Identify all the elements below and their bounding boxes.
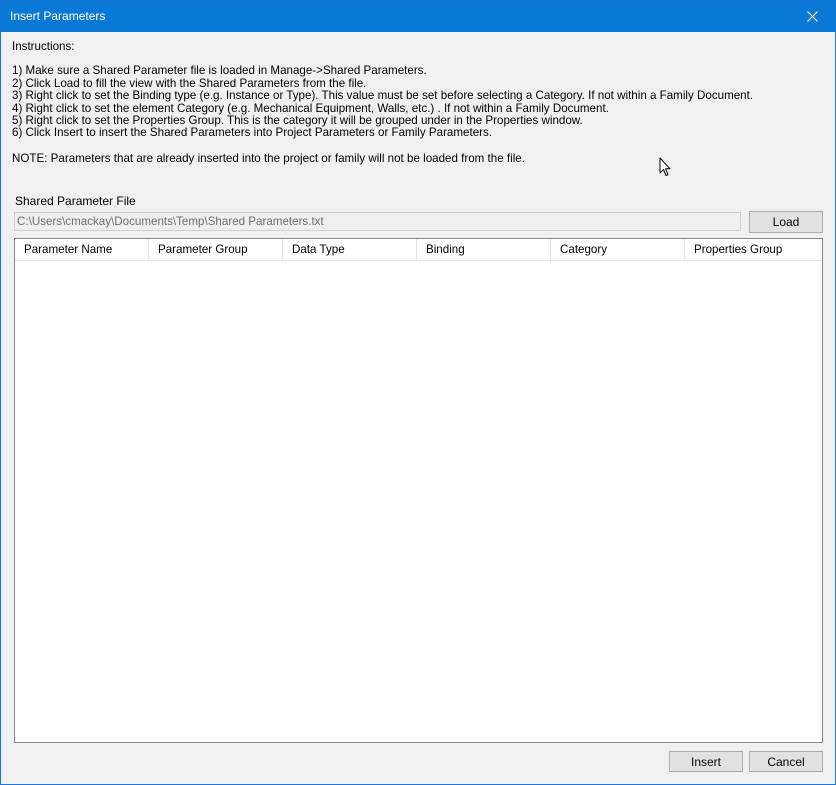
insert-button[interactable]: Insert [669,751,743,772]
instructions-note: NOTE: Parameters that are already insert… [12,151,525,165]
column-header-data-type[interactable]: Data Type [283,239,417,260]
title-bar[interactable]: Insert Parameters [1,1,835,32]
column-header-category[interactable]: Category [551,239,685,260]
insert-parameters-dialog: Insert Parameters Instructions: 1) Make … [0,0,836,785]
list-header: Parameter Name Parameter Group Data Type… [15,239,822,261]
close-button[interactable] [789,1,835,32]
column-header-parameter-group[interactable]: Parameter Group [149,239,283,260]
parameters-list-view[interactable]: Parameter Name Parameter Group Data Type… [14,238,823,743]
close-icon [806,11,818,22]
load-button[interactable]: Load [749,211,823,233]
instructions-panel: Instructions: 1) Make sure a Shared Para… [12,40,812,165]
instruction-step-6: 6) Click Insert to insert the Shared Par… [12,126,493,140]
mouse-cursor-icon [659,157,671,180]
column-header-parameter-name[interactable]: Parameter Name [15,239,149,260]
cancel-button[interactable]: Cancel [749,751,823,772]
shared-parameter-file-path-field[interactable] [14,212,741,231]
window-title: Insert Parameters [10,9,106,23]
shared-parameter-file-label: Shared Parameter File [15,194,136,208]
column-header-binding[interactable]: Binding [417,239,551,260]
instructions-heading: Instructions: [12,40,75,53]
instruction-step-3: 3) Right click to set the Binding type (… [12,89,754,103]
instruction-step-1: 1) Make sure a Shared Parameter file is … [12,64,427,78]
column-header-properties-group[interactable]: Properties Group [685,239,822,260]
